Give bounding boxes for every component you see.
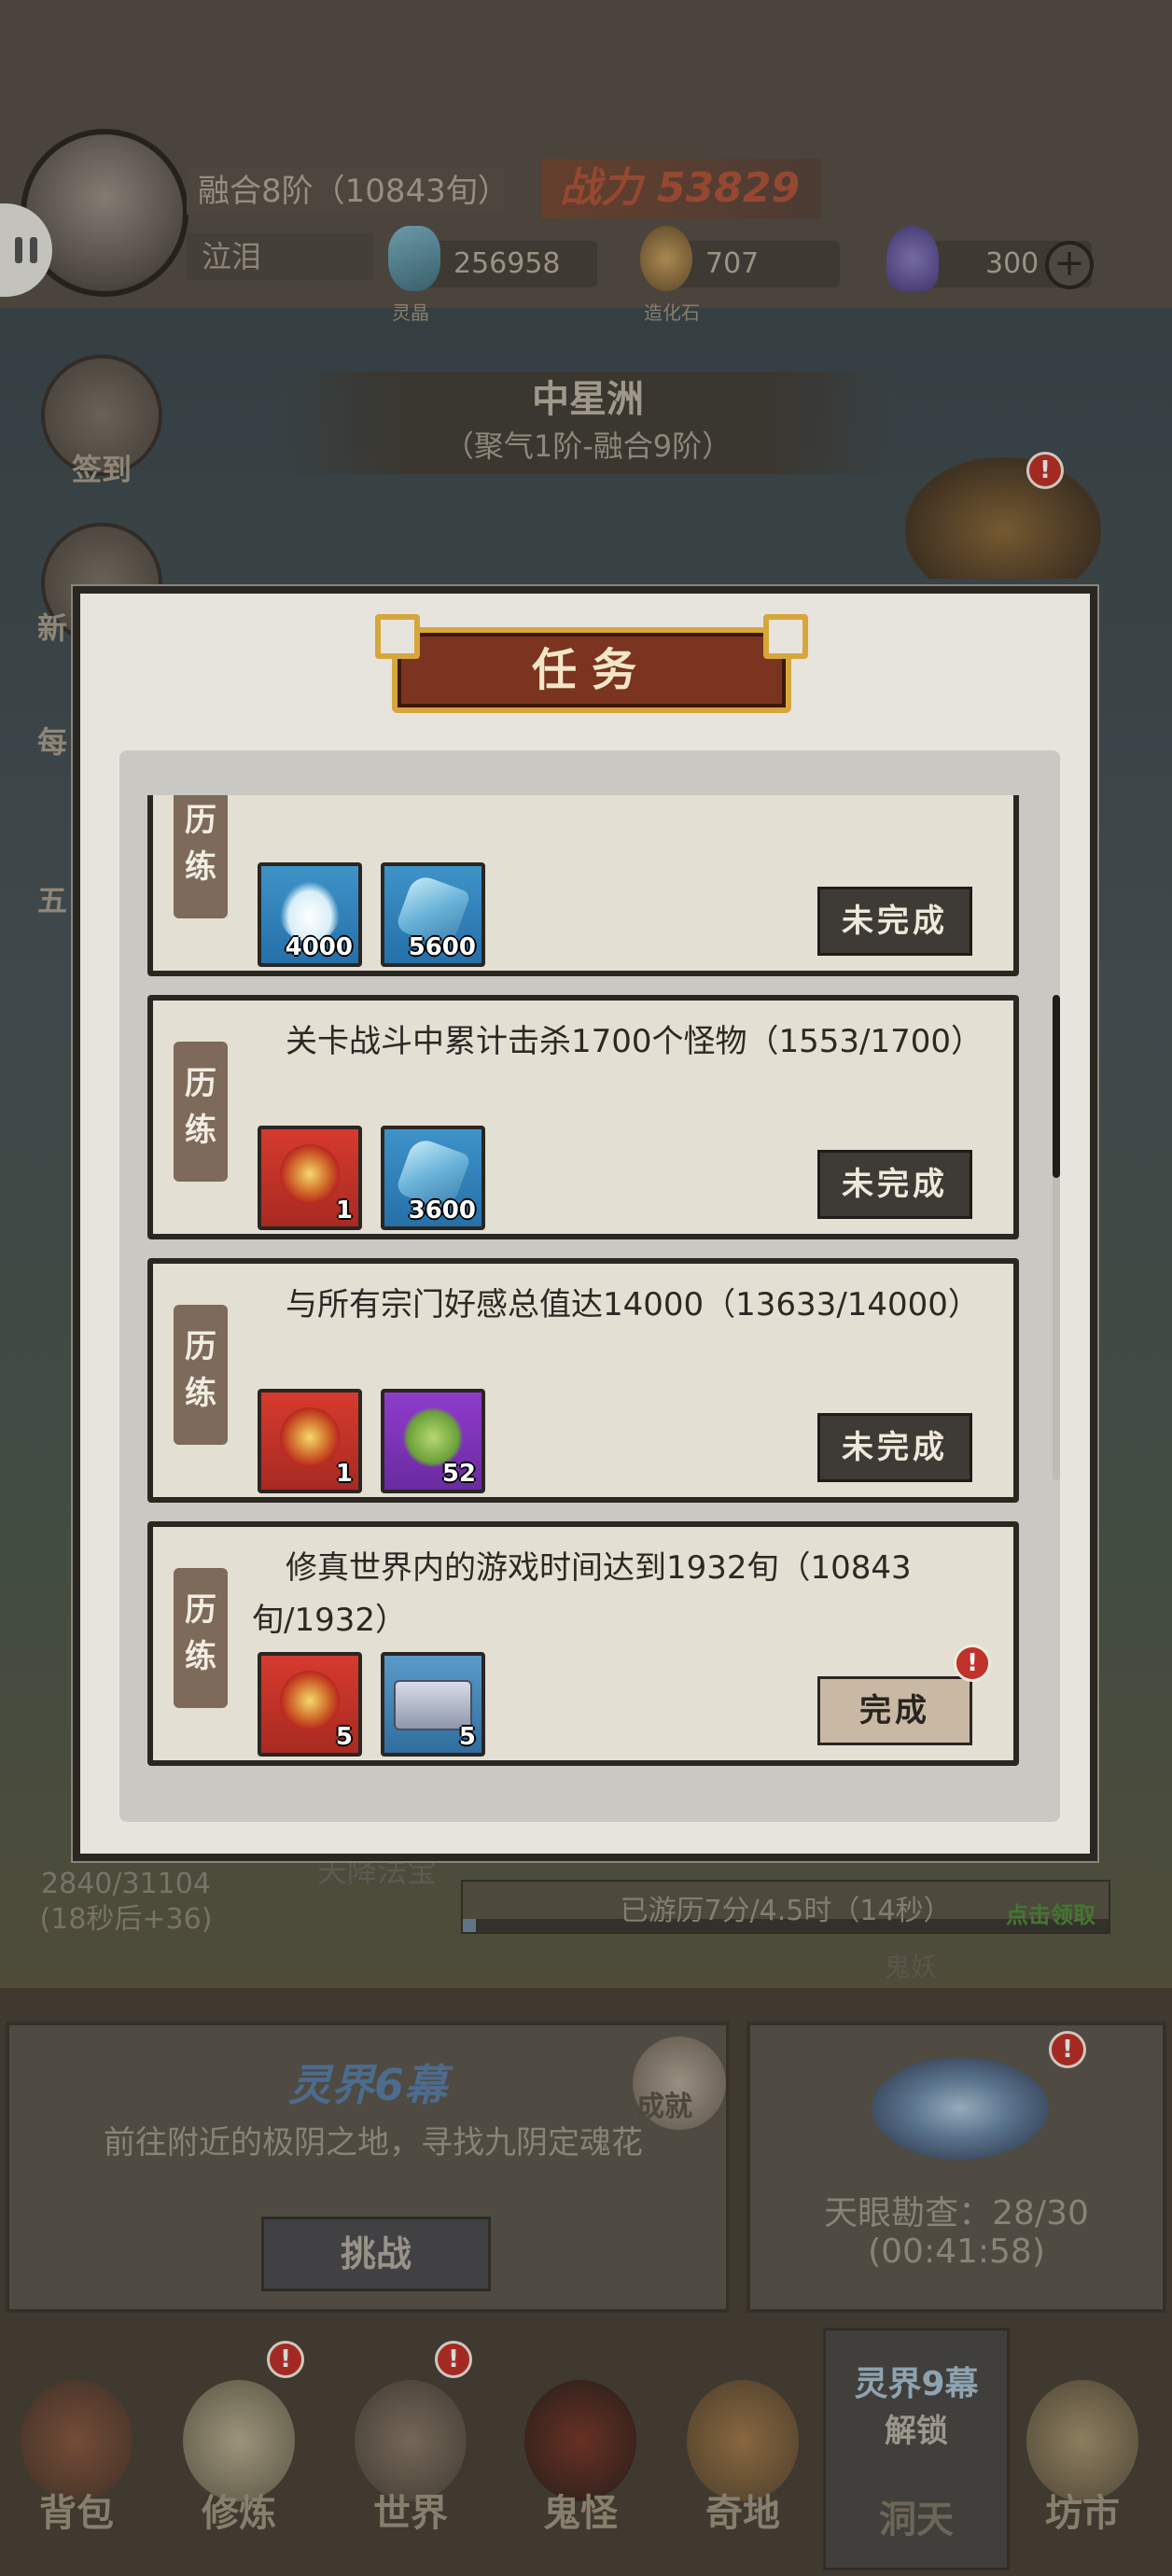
- task-scrollbar[interactable]: [1053, 995, 1060, 1480]
- reward-item[interactable]: 1: [258, 1126, 362, 1230]
- task-category: 历练: [174, 1042, 228, 1182]
- task-desc: 与所有宗门好感总值达14000（13633/14000）: [286, 1286, 980, 1323]
- task-card: 历练 修真世界内的游戏时间达到1932旬（10843旬/1932） 5 5 完成…: [147, 1521, 1019, 1766]
- task-category: 历练: [174, 1568, 228, 1708]
- task-card: 历练 累计使用天眼术探测40次（37/40） 4000 5600 未完成: [147, 795, 1019, 976]
- incomplete-button[interactable]: 未完成: [817, 887, 972, 956]
- dialog-header: 任务: [375, 614, 808, 724]
- dialog-title: 任务: [531, 644, 651, 696]
- task-card: 历练 关卡战斗中累计击杀1700个怪物（1553/1700） 1 3600 未完…: [147, 995, 1019, 1239]
- reward-qty: 1: [335, 1460, 353, 1488]
- reward-item[interactable]: 52: [381, 1389, 485, 1493]
- reward-qty: 5: [458, 1723, 476, 1751]
- reward-qty: 52: [441, 1460, 476, 1488]
- reward-qty: 4000: [285, 933, 353, 961]
- task-category: 历练: [174, 1305, 228, 1445]
- task-card: 历练 与所有宗门好感总值达14000（13633/14000） 1 52 未完成: [147, 1258, 1019, 1503]
- reward-qty: 1: [335, 1197, 353, 1225]
- red-scroll-icon: [280, 1144, 340, 1204]
- reward-qty: 5: [335, 1723, 353, 1751]
- jade-scroll-icon: [403, 1407, 463, 1467]
- scrollbar-thumb[interactable]: [1053, 995, 1060, 1178]
- vase-icon: [280, 881, 340, 941]
- red-scroll-icon: [280, 1671, 340, 1730]
- reward-qty: 3600: [408, 1197, 476, 1225]
- task-desc: 关卡战斗中累计击杀1700个怪物（1553/1700）: [286, 1023, 984, 1060]
- task-list[interactable]: 历练 累计使用天眼术探测40次（37/40） 4000 5600 未完成 历练 …: [112, 795, 1053, 1818]
- task-desc: 修真世界内的游戏时间达到1932旬（10843旬/1932）: [252, 1549, 912, 1639]
- reward-item[interactable]: 1: [258, 1389, 362, 1493]
- reward-qty: 5600: [408, 933, 476, 961]
- reward-item[interactable]: 3600: [381, 1126, 485, 1230]
- complete-button[interactable]: 完成: [817, 1676, 972, 1745]
- reward-item[interactable]: 5: [381, 1652, 485, 1757]
- task-desc: 累计使用天眼术探测40次（37/40）: [252, 795, 989, 805]
- red-scroll-icon: [280, 1407, 340, 1467]
- reward-item[interactable]: 5: [258, 1652, 362, 1757]
- task-category: 历练: [174, 795, 228, 918]
- incomplete-button[interactable]: 未完成: [817, 1150, 972, 1219]
- reward-item[interactable]: 5600: [381, 862, 485, 967]
- alert-icon: !: [954, 1645, 991, 1682]
- incomplete-button[interactable]: 未完成: [817, 1413, 972, 1482]
- reward-item[interactable]: 4000: [258, 862, 362, 967]
